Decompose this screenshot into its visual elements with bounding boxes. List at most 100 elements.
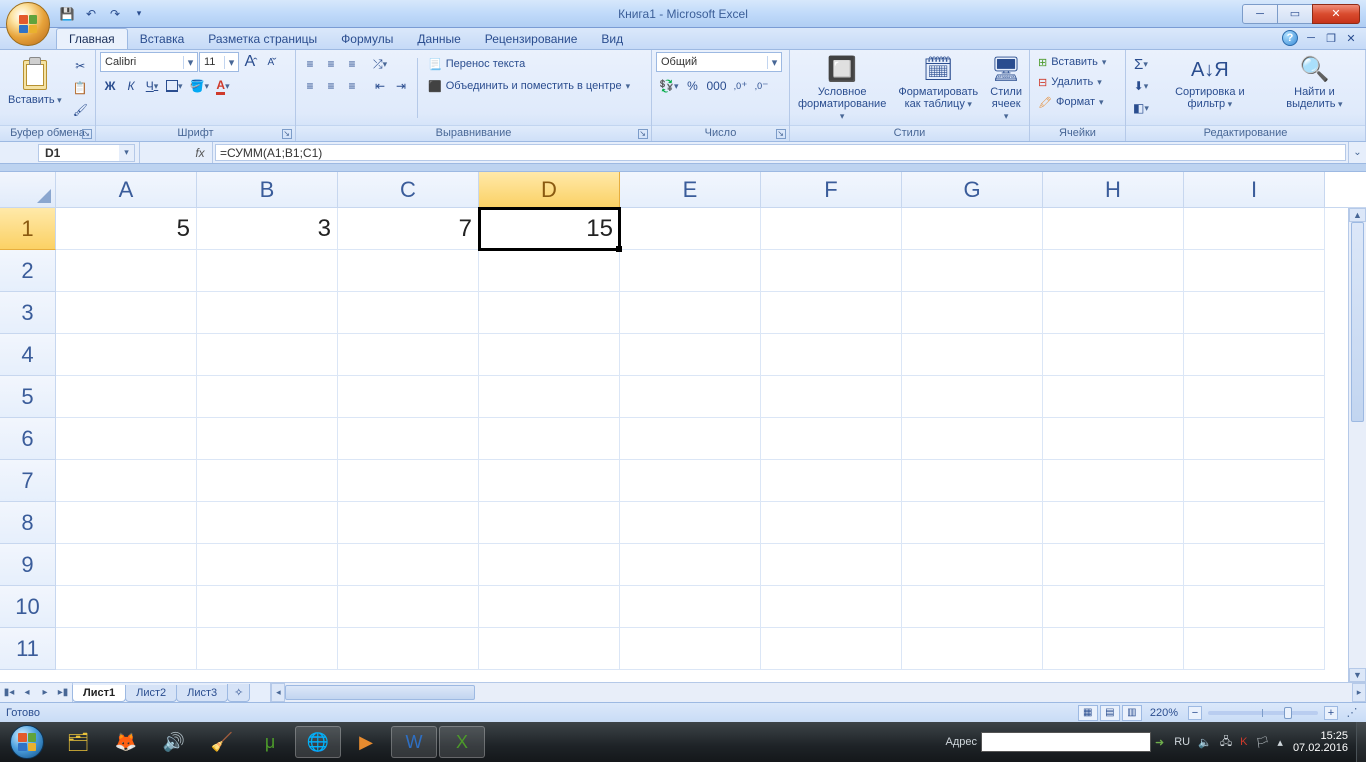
underline-button[interactable]: Ч xyxy=(142,76,162,96)
cell[interactable] xyxy=(197,292,338,334)
cell[interactable] xyxy=(620,208,761,250)
cell[interactable] xyxy=(1043,418,1184,460)
redo-icon[interactable]: ↷ xyxy=(104,3,126,25)
cell[interactable] xyxy=(761,628,902,670)
cell[interactable] xyxy=(56,544,197,586)
cell[interactable] xyxy=(56,586,197,628)
row-header[interactable]: 5 xyxy=(0,376,56,418)
align-bottom-icon[interactable]: ≡ xyxy=(342,54,362,74)
cell-styles-button[interactable]: 🖥 Стили ячеек xyxy=(986,52,1026,124)
cell[interactable] xyxy=(479,502,620,544)
cell[interactable] xyxy=(338,628,479,670)
cell[interactable]: 15 xyxy=(479,208,620,250)
new-sheet-icon[interactable]: ✧ xyxy=(227,684,250,702)
cell[interactable] xyxy=(620,586,761,628)
column-header[interactable]: H xyxy=(1043,172,1184,207)
tab-view[interactable]: Вид xyxy=(589,29,635,49)
cell[interactable] xyxy=(1043,586,1184,628)
align-left-icon[interactable]: ≡ xyxy=(300,76,320,96)
cell[interactable] xyxy=(620,502,761,544)
chrome-icon[interactable]: 🌐 xyxy=(295,726,341,758)
cell[interactable] xyxy=(1043,292,1184,334)
copy-icon[interactable]: 📋 xyxy=(70,78,91,98)
cell[interactable] xyxy=(902,292,1043,334)
qat-customize-icon[interactable]: ▾ xyxy=(128,3,150,25)
tab-formulas[interactable]: Формулы xyxy=(329,29,405,49)
cell[interactable] xyxy=(56,250,197,292)
fill-color-button[interactable]: 🪣 xyxy=(187,76,212,96)
row-header[interactable]: 10 xyxy=(0,586,56,628)
excel-icon[interactable]: X xyxy=(439,726,485,758)
italic-button[interactable]: К xyxy=(121,76,141,96)
horizontal-scrollbar[interactable]: ◂ ▸ xyxy=(270,683,1366,702)
tab-data[interactable]: Данные xyxy=(405,29,472,49)
cell[interactable] xyxy=(338,460,479,502)
cell[interactable] xyxy=(56,334,197,376)
cell[interactable] xyxy=(902,586,1043,628)
address-go-icon[interactable]: ➜ xyxy=(1155,736,1164,749)
cell[interactable] xyxy=(56,628,197,670)
paste-button[interactable]: Вставить xyxy=(4,52,66,108)
cell[interactable] xyxy=(338,334,479,376)
tray-overflow-icon[interactable]: ▴ xyxy=(1277,736,1283,749)
autosum-icon[interactable]: Σ xyxy=(1130,54,1152,74)
font-name-combo[interactable]: Calibri▾ xyxy=(100,52,198,72)
cell[interactable] xyxy=(761,208,902,250)
cell[interactable] xyxy=(761,544,902,586)
cell[interactable] xyxy=(902,376,1043,418)
sheet-nav-last-icon[interactable]: ▸▮ xyxy=(54,683,72,702)
align-center-icon[interactable]: ≡ xyxy=(321,76,341,96)
align-right-icon[interactable]: ≡ xyxy=(342,76,362,96)
font-size-combo[interactable]: 11▾ xyxy=(199,52,239,72)
doc-minimize-icon[interactable]: ─ xyxy=(1304,31,1318,45)
scroll-right-icon[interactable]: ▸ xyxy=(1352,683,1366,702)
dialog-launcher-icon[interactable]: ↘ xyxy=(776,129,786,139)
cell[interactable] xyxy=(197,250,338,292)
column-header[interactable]: B xyxy=(197,172,338,207)
format-cells-button[interactable]: 🖍Формат xyxy=(1034,92,1108,112)
cell[interactable] xyxy=(338,292,479,334)
start-button[interactable] xyxy=(0,722,54,762)
column-header[interactable]: D xyxy=(479,172,620,207)
normal-view-icon[interactable]: ▦ xyxy=(1078,705,1098,721)
zoom-out-icon[interactable]: − xyxy=(1188,706,1202,720)
sheet-nav-next-icon[interactable]: ▸ xyxy=(36,683,54,702)
cell[interactable] xyxy=(479,544,620,586)
scroll-left-icon[interactable]: ◂ xyxy=(271,683,285,702)
align-top-icon[interactable]: ≡ xyxy=(300,54,320,74)
cell[interactable] xyxy=(1184,544,1325,586)
save-icon[interactable]: 💾 xyxy=(56,3,78,25)
cell[interactable] xyxy=(1184,628,1325,670)
decrease-decimal-icon[interactable]: ,0⁻ xyxy=(752,76,772,96)
hscroll-thumb[interactable] xyxy=(285,685,475,700)
cell[interactable] xyxy=(1184,250,1325,292)
sheet-nav-first-icon[interactable]: ▮◂ xyxy=(0,683,18,702)
cell[interactable] xyxy=(338,502,479,544)
clear-icon[interactable]: ◧ xyxy=(1130,98,1152,118)
cell[interactable] xyxy=(620,628,761,670)
cell[interactable] xyxy=(338,418,479,460)
cell[interactable] xyxy=(761,418,902,460)
expand-formula-bar-icon[interactable]: ⌄ xyxy=(1348,142,1366,163)
cell[interactable] xyxy=(620,376,761,418)
maximize-button[interactable]: ▭ xyxy=(1277,4,1313,24)
name-box[interactable]: D1 xyxy=(38,144,119,162)
row-header[interactable]: 3 xyxy=(0,292,56,334)
cell[interactable] xyxy=(761,292,902,334)
orientation-icon[interactable]: ⤮ xyxy=(370,54,390,74)
delete-cells-button[interactable]: ⊟Удалить xyxy=(1034,72,1106,92)
cell[interactable] xyxy=(1184,460,1325,502)
cell[interactable] xyxy=(479,292,620,334)
row-header[interactable]: 4 xyxy=(0,334,56,376)
scroll-down-icon[interactable]: ▼ xyxy=(1349,668,1366,682)
column-header[interactable]: F xyxy=(761,172,902,207)
minimize-button[interactable]: ─ xyxy=(1242,4,1278,24)
worksheet-grid[interactable]: ABCDEFGHI 153715234567891011 ▲ ▼ xyxy=(0,172,1366,682)
cell[interactable] xyxy=(1184,418,1325,460)
lang-indicator[interactable]: RU xyxy=(1174,736,1190,748)
increase-indent-icon[interactable]: ⇥ xyxy=(391,76,411,96)
column-header[interactable]: C xyxy=(338,172,479,207)
cell[interactable] xyxy=(56,292,197,334)
cell[interactable] xyxy=(1043,334,1184,376)
tab-home[interactable]: Главная xyxy=(56,28,128,49)
